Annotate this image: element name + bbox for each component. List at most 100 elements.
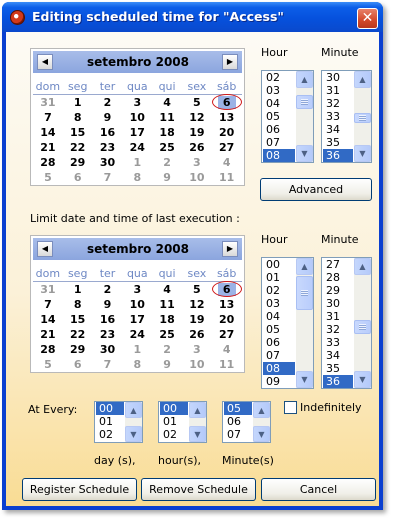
calendar-day[interactable]: 8 [122,357,152,372]
calendar-day[interactable]: 11 [212,357,242,372]
list-item[interactable]: 07 [263,349,295,362]
calendar-day[interactable]: 28 [33,342,63,357]
calendar-day[interactable]: 11 [152,297,182,312]
calendar-day[interactable]: 12 [182,297,212,312]
scroll-thumb[interactable] [354,113,371,123]
list-item[interactable]: 30 [323,297,353,310]
list-item[interactable]: 31 [323,310,353,323]
calendar-day[interactable]: 11 [212,170,242,185]
calendar-day[interactable]: 10 [122,297,152,312]
calendar-day[interactable]: 3 [122,282,152,297]
scroll-up-icon[interactable]: ▲ [125,402,142,418]
calendar-day[interactable]: 5 [182,95,212,110]
scroll-up-icon[interactable]: ▲ [189,402,206,418]
days-listbox[interactable]: 00 01 02 ▲ ▼ [94,401,143,443]
calendar-day[interactable]: 8 [122,170,152,185]
calendar-day[interactable]: 3 [182,155,212,170]
scroll-up-icon[interactable]: ▲ [354,71,371,88]
calendar-day[interactable]: 7 [33,297,63,312]
scroll-up-icon[interactable]: ▲ [354,258,371,275]
title-bar[interactable]: Editing scheduled time for "Access" ✕ [2,2,383,32]
calendar-day[interactable]: 9 [93,110,123,125]
calendar-day[interactable]: 10 [122,110,152,125]
selected-day[interactable]: 6 [217,96,236,109]
list-item[interactable]: 30 [323,71,353,84]
days-scrollbar[interactable]: ▲ ▼ [125,402,142,442]
limit-hour-listbox[interactable]: 00 01 02 03 04 05 06 07 08 09 ▲ ▼ [261,257,314,389]
list-item[interactable]: 06 [263,123,295,136]
minutes-listbox[interactable]: 05 06 07 ▲ ▼ [222,401,271,443]
minute-scrollbar[interactable]: ▲ ▼ [354,258,371,388]
calendar-day[interactable]: 9 [93,297,123,312]
next-month-button[interactable]: ▶ [222,54,238,70]
list-item[interactable]: 01 [263,271,295,284]
calendar-day[interactable]: 20 [212,125,242,140]
list-item[interactable]: 02 [160,428,188,441]
calendar-day[interactable]: 2 [152,155,182,170]
calendar-day[interactable]: 2 [152,342,182,357]
list-item[interactable]: 00 [160,402,188,415]
calendar-day[interactable]: 4 [152,95,182,110]
list-item[interactable]: 36 [323,149,353,162]
scroll-down-icon[interactable]: ▼ [253,426,270,442]
calendar-day[interactable]: 13 [212,297,242,312]
calendar-day[interactable]: 15 [63,312,93,327]
calendar-day[interactable]: 23 [93,140,123,155]
calendar-day[interactable]: 4 [152,282,182,297]
calendar-day[interactable]: 3 [122,95,152,110]
minute-listbox[interactable]: 30 31 32 33 34 35 36 ▲ ▼ [321,70,372,163]
calendar-day[interactable]: 5 [182,282,212,297]
next-month-button[interactable]: ▶ [222,241,238,257]
calendar-day[interactable]: 17 [122,312,152,327]
calendar-day[interactable]: 19 [182,312,212,327]
scroll-thumb[interactable] [296,95,313,109]
list-item[interactable]: 09 [263,375,295,388]
list-item[interactable]: 00 [96,402,124,415]
advanced-button[interactable]: Advanced [260,178,372,201]
calendar-day[interactable]: 27 [212,140,242,155]
calendar-day[interactable]: 25 [152,327,182,342]
list-item[interactable]: 05 [263,323,295,336]
calendar-day[interactable]: 1 [63,95,93,110]
calendar-day[interactable]: 16 [93,125,123,140]
list-item[interactable]: 01 [160,415,188,428]
calendar-day[interactable]: 31 [33,282,63,297]
list-item[interactable]: 34 [323,349,353,362]
list-item[interactable]: 05 [224,402,252,415]
list-item[interactable]: 02 [96,428,124,441]
calendar-day[interactable]: 4 [212,342,242,357]
list-item[interactable]: 35 [323,136,353,149]
calendar-day[interactable]: 24 [122,140,152,155]
calendar-day[interactable]: 23 [93,327,123,342]
list-item[interactable]: 34 [323,123,353,136]
calendar-day[interactable]: 26 [182,327,212,342]
hours-scrollbar[interactable]: ▲ ▼ [189,402,206,442]
calendar-day[interactable]: 5 [33,357,63,372]
list-item[interactable]: 00 [263,258,295,271]
list-item[interactable]: 06 [263,336,295,349]
calendar-day[interactable]: 5 [33,170,63,185]
prev-month-button[interactable]: ◀ [37,241,53,257]
list-item[interactable]: 03 [263,84,295,97]
list-item[interactable]: 33 [323,110,353,123]
calendar-day[interactable]: 21 [33,327,63,342]
calendar-day[interactable]: 26 [182,140,212,155]
calendar-day[interactable]: 25 [152,140,182,155]
calendar-day[interactable]: 4 [212,155,242,170]
scroll-up-icon[interactable]: ▲ [296,71,313,88]
calendar-day[interactable]: 10 [182,357,212,372]
calendar-day[interactable]: 6 [63,357,93,372]
list-item[interactable]: 06 [224,415,252,428]
list-item[interactable]: 32 [323,97,353,110]
calendar-day[interactable]: 29 [63,155,93,170]
calendar-day[interactable]: 27 [212,327,242,342]
calendar-day[interactable]: 24 [122,327,152,342]
list-item[interactable]: 29 [323,284,353,297]
limit-minute-listbox[interactable]: 27 28 29 30 31 32 33 34 35 36 ▲ ▼ [321,257,372,389]
close-button[interactable]: ✕ [357,8,378,29]
calendar-day[interactable]: 20 [212,312,242,327]
calendar-day[interactable]: 15 [63,125,93,140]
calendar-day[interactable]: 18 [152,312,182,327]
calendar-day[interactable]: 6 [211,94,242,110]
hour-listbox[interactable]: 02 03 04 05 06 07 08 ▲ ▼ [261,70,314,163]
